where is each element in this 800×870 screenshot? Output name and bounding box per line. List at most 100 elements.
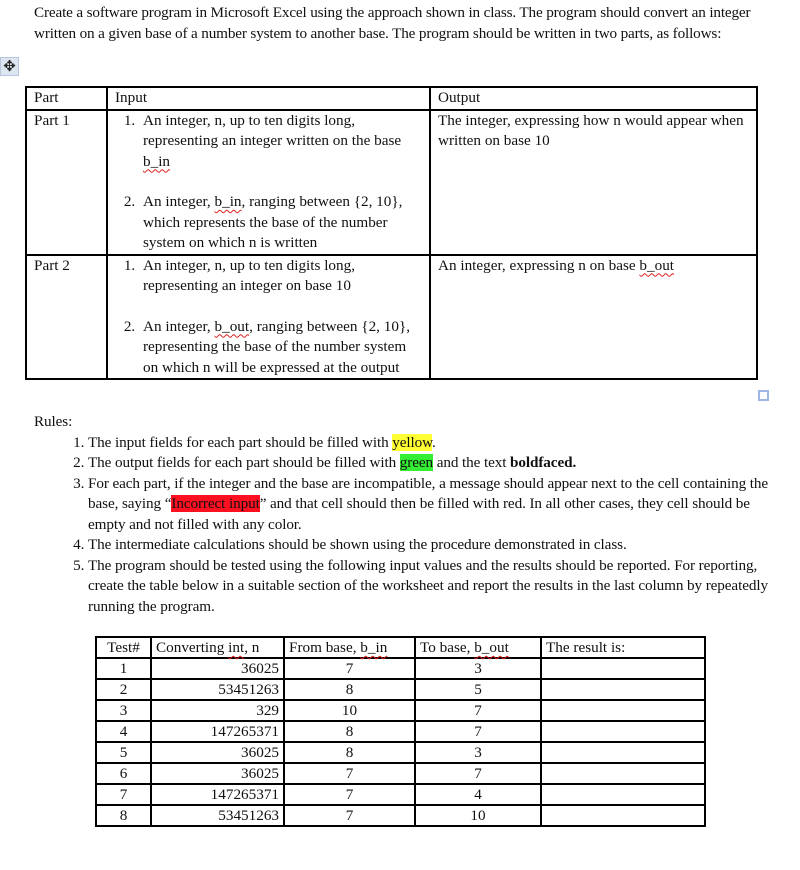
table-row: 3 329 10 7	[95, 699, 706, 722]
text: An integer,	[143, 317, 215, 335]
integer-cell: 329	[150, 699, 285, 722]
four-arrow-move-icon[interactable]: ✥	[0, 57, 19, 76]
misspelled-word: int	[228, 639, 245, 656]
from-base-cell: 7	[283, 657, 416, 680]
test-number-cell: 6	[95, 762, 152, 785]
result-cell[interactable]	[540, 699, 706, 722]
text: The result is:	[546, 639, 626, 656]
text: The input fields for each part should be…	[88, 433, 393, 451]
integer-cell: 147265371	[150, 783, 285, 806]
to-base-cell: 10	[414, 804, 542, 827]
input-item: An integer, b_out, ranging between {2, 1…	[139, 317, 425, 379]
result-cell[interactable]	[540, 762, 706, 785]
result-cell[interactable]	[540, 720, 706, 743]
from-base-cell: 8	[283, 720, 416, 743]
table-row: 1 36025 7 3	[95, 657, 706, 680]
result-cell[interactable]	[540, 678, 706, 701]
text: An integer, n, up to ten digits long, re…	[143, 256, 355, 295]
misspelled-word: b_out	[474, 639, 509, 656]
input-item: An integer, n, up to ten digits long, re…	[139, 111, 425, 173]
to-base-cell: 4	[414, 783, 542, 806]
input-list: An integer, n, up to ten digits long, re…	[115, 111, 425, 254]
input-list: An integer, n, up to ten digits long, re…	[115, 256, 425, 379]
spec-input-cell: An integer, n, up to ten digits long, re…	[106, 253, 431, 380]
square-resize-icon[interactable]	[758, 390, 769, 401]
spec-header-part: Part	[25, 86, 108, 111]
integer-cell: 36025	[150, 762, 285, 785]
to-base-cell: 3	[414, 741, 542, 764]
header-from-base: From base, b_in	[283, 636, 416, 659]
spec-row-part2: Part 2 An integer, n, up to ten digits l…	[25, 253, 758, 380]
text: and the text	[433, 454, 511, 471]
result-cell[interactable]	[540, 741, 706, 764]
test-table-body: 1 36025 7 3 2 53451263 8 5 3 329 10 7 4 147265371 8 7 5 3…	[95, 657, 706, 827]
misspelled-word: b_out	[639, 256, 675, 274]
spec-header-output: Output	[429, 86, 758, 111]
integer-cell: 53451263	[150, 678, 285, 701]
header-converting-int: Converting int, n	[150, 636, 285, 659]
text: .	[572, 454, 577, 471]
test-number-cell: 7	[95, 783, 152, 806]
test-number-cell: 8	[95, 804, 152, 827]
result-cell[interactable]	[540, 804, 706, 827]
bold-text: boldfaced	[510, 454, 573, 471]
text: , n	[244, 639, 260, 656]
rules-heading: Rules:	[34, 413, 73, 430]
spec-header-row: Part Input Output	[25, 86, 758, 111]
text: An integer, n, up to ten digits long, re…	[143, 111, 402, 150]
header-to-base: To base, b_out	[414, 636, 542, 659]
rule-item: For each part, if the integer and the ba…	[88, 474, 774, 536]
spec-part-label: Part 2	[25, 253, 108, 380]
header-result: The result is:	[540, 636, 706, 659]
from-base-cell: 7	[283, 783, 416, 806]
table-row: 4 147265371 8 7	[95, 720, 706, 743]
test-table: Test# Converting int, n From base, b_in …	[95, 636, 706, 827]
from-base-cell: 8	[283, 678, 416, 701]
text: .	[432, 433, 436, 451]
table-row: 6 36025 7 7	[95, 762, 706, 785]
table-row: 5 36025 8 3	[95, 741, 706, 764]
rule-item: The program should be tested using the f…	[88, 556, 774, 618]
table-row: 2 53451263 8 5	[95, 678, 706, 701]
integer-cell: 53451263	[150, 804, 285, 827]
from-base-cell: 8	[283, 741, 416, 764]
text: From base,	[289, 639, 361, 656]
text: To base,	[420, 639, 475, 656]
misspelled-word: b_in	[214, 193, 242, 210]
misspelled-word: b_out	[214, 317, 250, 335]
rule-item: The output fields for each part should b…	[88, 453, 774, 474]
intro-paragraph: Create a software program in Microsoft E…	[34, 4, 751, 42]
text: Converting	[156, 639, 229, 656]
test-header-row: Test# Converting int, n From base, b_in …	[95, 636, 706, 659]
spec-output-cell: The integer, expressing how n would appe…	[429, 108, 758, 256]
green-highlight: green	[399, 454, 433, 471]
to-base-cell: 7	[414, 762, 542, 785]
table-row: 8 53451263 7 10	[95, 804, 706, 827]
result-cell[interactable]	[540, 657, 706, 680]
text: An integer, expressing n on base	[438, 256, 640, 274]
result-cell[interactable]	[540, 783, 706, 806]
rules-section: Rules: The input fields for each part sh…	[34, 412, 774, 617]
misspelled-word: b_in	[360, 639, 388, 656]
misspelled-word: b_in	[143, 152, 171, 170]
header-test-number: Test#	[95, 636, 152, 659]
integer-cell: 147265371	[150, 720, 285, 743]
input-item: An integer, b_in, ranging between {2, 10…	[139, 192, 425, 254]
text: An integer,	[143, 193, 215, 210]
spec-header-input: Input	[106, 86, 431, 111]
spec-input-cell: An integer, n, up to ten digits long, re…	[106, 108, 431, 256]
text: Test#	[107, 639, 140, 656]
spec-part-label: Part 1	[25, 108, 108, 256]
rules-list: The input fields for each part should be…	[34, 433, 774, 618]
text: The integer, expressing how n would appe…	[438, 111, 744, 150]
spec-row-part1: Part 1 An integer, n, up to ten digits l…	[25, 108, 758, 256]
red-highlight: Incorrect input	[171, 495, 260, 512]
integer-cell: 36025	[150, 657, 285, 680]
test-number-cell: 2	[95, 678, 152, 701]
rule-item: The input fields for each part should be…	[88, 433, 774, 454]
input-item: An integer, n, up to ten digits long, re…	[139, 256, 425, 297]
integer-cell: 36025	[150, 741, 285, 764]
test-number-cell: 5	[95, 741, 152, 764]
spec-table: Part Input Output Part 1 An integer, n, …	[25, 86, 758, 380]
to-base-cell: 7	[414, 720, 542, 743]
